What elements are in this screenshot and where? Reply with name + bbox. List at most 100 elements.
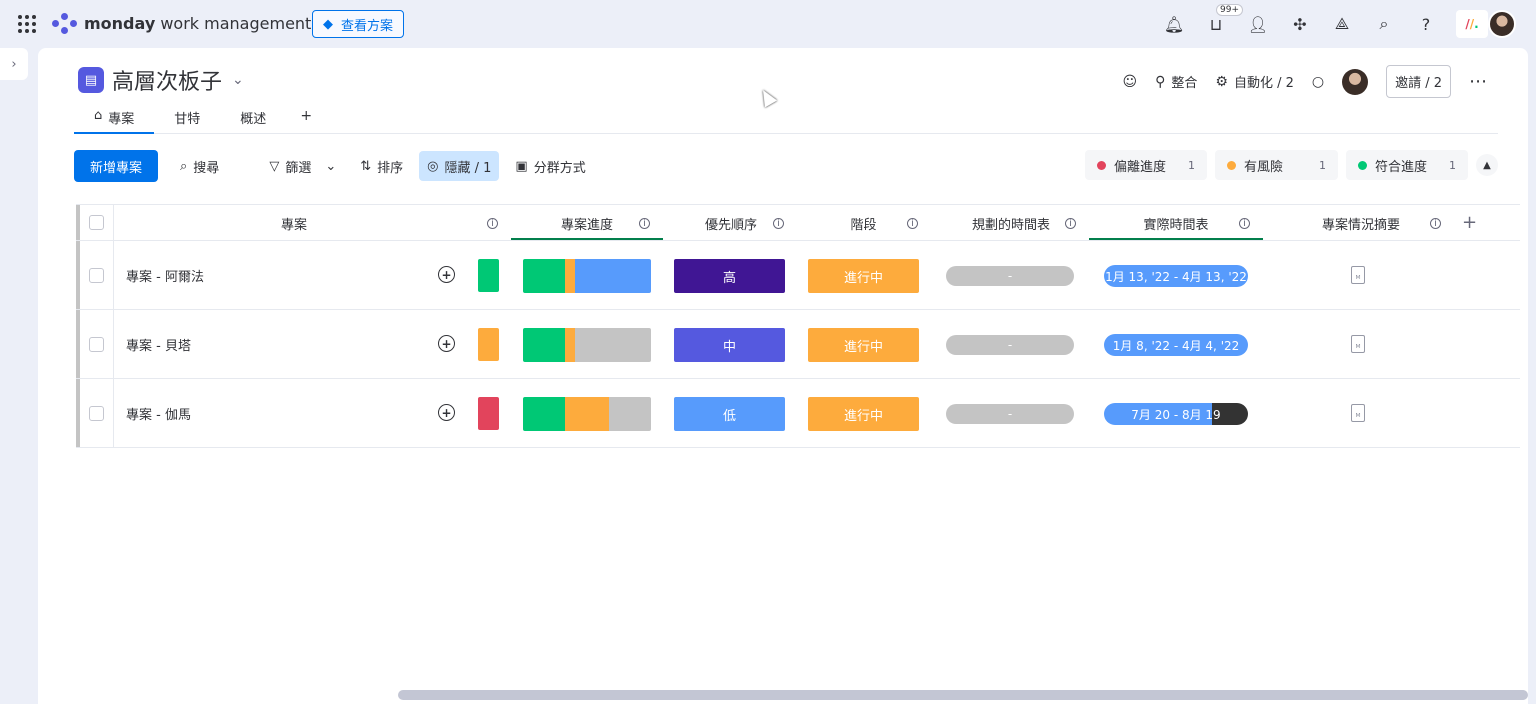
column-underline (1089, 238, 1263, 240)
more-options-icon[interactable]: ⋯ (1469, 71, 1488, 92)
info-icon[interactable]: i (907, 218, 918, 229)
automate-label: 自動化 / 2 (1233, 76, 1294, 91)
apps-grid-icon[interactable] (18, 15, 36, 33)
help-icon[interactable]: ? (1410, 8, 1442, 40)
status-chip-on-track[interactable]: 符合進度 1 (1345, 150, 1468, 180)
plug-icon: ⚲ (1155, 73, 1166, 90)
stage-label[interactable]: 進行中 (808, 259, 919, 293)
user-avatar[interactable] (1488, 10, 1516, 38)
doc-file-icon[interactable]: ᴍ (1351, 404, 1365, 422)
horizontal-scrollbar[interactable] (398, 690, 1528, 700)
add-update-icon[interactable]: + (438, 266, 455, 283)
stage-label[interactable]: 進行中 (808, 328, 919, 362)
hide-button[interactable]: ◎ 隱藏 / 1 (419, 151, 500, 181)
tab-projects[interactable]: ⌂ 專案 (74, 104, 155, 134)
status-dot (1226, 160, 1236, 170)
column-header-stage[interactable]: 階段 (806, 205, 921, 242)
tab-gantt[interactable]: 甘特 (154, 104, 220, 134)
priority-label[interactable]: 高 (674, 259, 785, 293)
planned-timeline[interactable]: - (946, 335, 1074, 355)
progress-bar[interactable] (523, 328, 651, 362)
actual-timeline[interactable]: 1月 13, '22 - 4月 13, '22 (1104, 265, 1248, 287)
invite-members-icon[interactable]: 👤︎ (1242, 8, 1274, 40)
progress-segment (565, 328, 576, 362)
row-checkbox[interactable] (89, 267, 104, 283)
select-all-checkbox[interactable] (89, 215, 104, 230)
board-member-avatar[interactable] (1342, 68, 1369, 95)
apps-puzzle-icon[interactable]: ✣ (1284, 8, 1316, 40)
progress-bar[interactable] (523, 259, 651, 293)
actual-timeline[interactable]: 1月 8, '22 - 4月 4, '22 (1104, 334, 1248, 356)
search-button[interactable]: ⌕ 搜尋 (172, 151, 227, 181)
planned-timeline[interactable]: - (946, 266, 1074, 286)
column-header-summary[interactable]: 專案情況摘要 (1306, 205, 1416, 242)
search-icon: ⌕ (180, 158, 188, 174)
progress-segment (565, 397, 609, 431)
column-header-name[interactable]: 專案 (114, 205, 474, 242)
add-update-icon[interactable]: + (438, 335, 455, 352)
progress-segment (575, 259, 651, 293)
project-name[interactable]: 專案 - 貝塔 (126, 310, 191, 378)
table-row[interactable]: 專案 - 貝塔 + 中 進行中 - 1月 8, '22 - 4月 4, '22 … (76, 310, 1520, 379)
board-icon: ▤ (78, 67, 104, 93)
stage-label[interactable]: 進行中 (808, 397, 919, 431)
add-update-icon[interactable]: + (438, 404, 455, 421)
progress-bar[interactable] (523, 397, 651, 431)
status-chip-at-risk[interactable]: 有風險 1 (1214, 150, 1338, 180)
group-by-button[interactable]: ▣ 分群方式 (507, 151, 593, 181)
info-icon[interactable]: i (773, 218, 784, 229)
filter-label: 篩選 (285, 160, 312, 176)
new-project-button[interactable]: 新增專案 (74, 150, 159, 182)
project-name[interactable]: 專案 - 伽馬 (126, 379, 191, 447)
templates-icon[interactable]: ⟁ (1326, 8, 1358, 40)
row-select-cell (80, 310, 114, 378)
table-row[interactable]: 專案 - 阿爾法 + 高 進行中 - 1月 13, '22 - 4月 13, '… (76, 241, 1520, 310)
sidebar-expand-chevron-icon[interactable]: › (0, 48, 28, 80)
column-header-actual[interactable]: 實際時間表 (1089, 205, 1263, 242)
integrate-button[interactable]: ⚲ 整合 (1155, 72, 1197, 92)
info-icon[interactable]: i (1065, 218, 1076, 229)
doc-file-icon[interactable]: ᴍ (1351, 266, 1365, 284)
monday-mini-logo-icon[interactable]: / /. (1456, 10, 1488, 38)
eye-hidden-icon: ◎ (427, 158, 439, 174)
table-row[interactable]: 專案 - 伽馬 + 低 進行中 - 7月 20 - 8月 19 ᴍ (76, 379, 1520, 448)
planned-timeline[interactable]: - (946, 404, 1074, 424)
column-header-planned[interactable]: 規劃的時間表 (936, 205, 1086, 242)
search-icon[interactable]: ⌕ (1368, 8, 1400, 40)
info-icon[interactable]: i (639, 218, 650, 229)
info-icon[interactable]: i (1239, 218, 1250, 229)
tab-overview[interactable]: 概述 (220, 104, 286, 134)
inbox-icon[interactable]: ⊔ 99+ (1200, 4, 1243, 40)
add-column-icon[interactable]: + (1462, 212, 1477, 233)
monday-logo[interactable]: monday work management (52, 11, 311, 35)
actual-timeline[interactable]: 7月 20 - 8月 19 (1104, 403, 1248, 425)
row-checkbox[interactable] (89, 405, 104, 421)
invite-button[interactable]: 邀請 / 2 (1386, 65, 1451, 98)
collapse-chevron-up-icon[interactable]: ▲ (1476, 154, 1498, 176)
status-color-cell[interactable] (478, 259, 499, 292)
project-name[interactable]: 專案 - 阿爾法 (126, 241, 204, 309)
sidekick-button[interactable]: ☺ (1122, 74, 1137, 90)
chip-label: 偏離進度 (1113, 159, 1166, 175)
doc-file-icon[interactable]: ᴍ (1351, 335, 1365, 353)
notifications-bell-icon[interactable]: 🔔︎ (1158, 8, 1190, 40)
status-chip-off-track[interactable]: 偏離進度 1 (1084, 150, 1207, 180)
row-checkbox[interactable] (89, 336, 104, 352)
info-icon[interactable]: i (1430, 218, 1441, 229)
ai-assistant-icon: ☺ (1122, 73, 1138, 90)
updates-button[interactable]: ○ (1312, 74, 1324, 90)
chip-count: 1 (1318, 158, 1326, 172)
filter-button[interactable]: ▽ 篩選 ⌄ (261, 151, 344, 181)
sort-button[interactable]: ⇅ 排序 (352, 151, 411, 181)
info-icon[interactable]: i (487, 218, 498, 229)
column-underline (511, 238, 663, 240)
automate-button[interactable]: ⚙ 自動化 / 2 (1215, 72, 1294, 92)
status-color-cell[interactable] (478, 328, 499, 361)
add-view-button[interactable]: + (286, 104, 326, 133)
filter-icon: ▽ (269, 158, 280, 174)
board-title[interactable]: ▤ 高層次板子 ⌄ (78, 64, 244, 96)
priority-label[interactable]: 中 (674, 328, 785, 362)
priority-label[interactable]: 低 (674, 397, 785, 431)
see-plans-button[interactable]: ◆ 查看方案 (312, 10, 405, 38)
status-color-cell[interactable] (478, 397, 499, 430)
